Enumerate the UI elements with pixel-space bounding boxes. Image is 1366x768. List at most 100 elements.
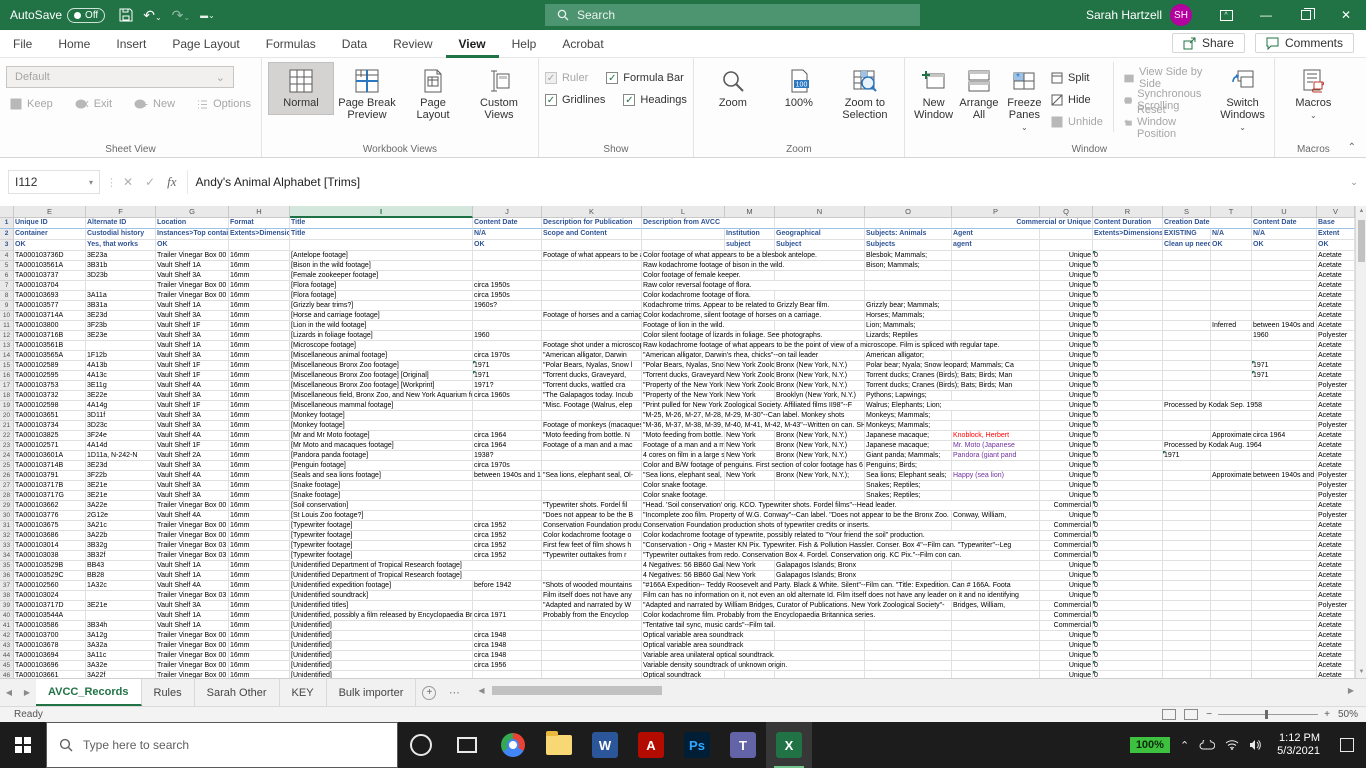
cell[interactable]: 0 (1093, 271, 1163, 281)
cell[interactable] (1211, 331, 1252, 341)
cell[interactable] (473, 421, 542, 431)
cell[interactable]: BB43 (86, 561, 156, 571)
cell[interactable] (1163, 461, 1211, 471)
cell[interactable]: Commercial (1040, 551, 1093, 561)
cell[interactable]: Sea lions; Elephant seals; (865, 471, 952, 481)
cell[interactable]: 0 (1093, 611, 1163, 621)
cell[interactable]: 0 (1093, 641, 1163, 651)
cell[interactable]: 3E21e (86, 481, 156, 491)
cell[interactable]: TA000103586 (14, 621, 86, 631)
cell[interactable]: Footage of monkeys (macaques) (542, 421, 642, 431)
zoom-100-button[interactable]: 100 100% (766, 62, 832, 115)
taskbar-clock[interactable]: 1:12 PM 5/3/2021 (1277, 732, 1320, 758)
cell[interactable] (1211, 391, 1252, 401)
cell[interactable] (1252, 381, 1317, 391)
cell[interactable]: Unique (1040, 251, 1093, 261)
cell[interactable]: "American alligator, Darwin's rhea, chic… (642, 351, 865, 361)
cell[interactable] (952, 391, 1040, 401)
cell[interactable]: 16mm (229, 511, 290, 521)
cell[interactable]: Walrus; Elephants; Lion; (865, 401, 1040, 411)
cell[interactable]: Agent (952, 229, 1040, 240)
cell[interactable]: circa 1964 (473, 431, 542, 441)
cell[interactable]: 4 Negatives: 56 BB60 Galap- (642, 561, 725, 571)
scroll-down-icon[interactable]: ▼ (1356, 667, 1366, 678)
cell[interactable]: [Microscope footage] (290, 341, 473, 351)
cell[interactable] (952, 411, 1040, 421)
cell[interactable]: Unique ID (14, 218, 86, 229)
cell[interactable]: Unique (1040, 401, 1093, 411)
minimize-button[interactable]: — (1246, 0, 1286, 30)
cell[interactable]: Giant panda; Mammals; (865, 451, 952, 461)
cell[interactable] (775, 671, 865, 678)
cell[interactable] (865, 281, 952, 291)
cell[interactable] (1163, 581, 1211, 591)
comments-button[interactable]: Comments (1255, 33, 1354, 53)
cell[interactable]: [Lion in the wild footage] (290, 321, 473, 331)
cell[interactable]: Vault Shelf 1A (156, 301, 229, 311)
cell[interactable]: 16mm (229, 601, 290, 611)
cell[interactable]: Vault Shelf 4A (156, 581, 229, 591)
cell[interactable]: TA000103737 (14, 271, 86, 281)
row-number[interactable]: 13 (0, 341, 14, 351)
cell[interactable]: Color kodachrome footage of typewrite, p… (642, 531, 1040, 541)
cell[interactable]: Unique (1040, 411, 1093, 421)
cell[interactable]: Acetate (1317, 431, 1355, 441)
cell[interactable]: Acetate (1317, 611, 1355, 621)
cell[interactable]: Base (1317, 218, 1355, 229)
cell[interactable]: 16mm (229, 621, 290, 631)
start-button[interactable] (0, 722, 46, 768)
cell[interactable]: N/A (1252, 229, 1317, 240)
cell[interactable]: Subjects (865, 240, 952, 251)
cell[interactable]: TA000103753 (14, 381, 86, 391)
cell[interactable] (542, 661, 642, 671)
cell[interactable] (952, 521, 1040, 531)
cell[interactable] (1163, 281, 1211, 291)
cell[interactable]: 16mm (229, 531, 290, 541)
cell[interactable]: circa 1950s (473, 281, 542, 291)
cell[interactable]: [Mr Moto and macaques footage] (290, 441, 473, 451)
cell[interactable]: Vault Shelf 1F (156, 361, 229, 371)
cell[interactable]: Unique (1040, 571, 1093, 581)
horizontal-scrollbar[interactable]: ◀ ▶ (474, 685, 1358, 696)
cell[interactable] (1252, 621, 1317, 631)
tab-overflow-icon[interactable]: ⋯ (442, 679, 466, 706)
new-sheet-view-button[interactable]: New (130, 94, 179, 114)
row-number[interactable]: 12 (0, 331, 14, 341)
cell[interactable]: 16mm (229, 461, 290, 471)
cell[interactable] (542, 240, 642, 251)
cell[interactable]: 16mm (229, 611, 290, 621)
enter-icon[interactable]: ✓ (145, 175, 155, 189)
cell[interactable]: Description from AVCC (642, 218, 775, 229)
cell[interactable]: 0 (1093, 411, 1163, 421)
cell[interactable]: Acetate (1317, 621, 1355, 631)
task-view-icon[interactable] (444, 722, 490, 768)
collapse-ribbon-icon[interactable]: ⌃ (1348, 142, 1356, 153)
cell[interactable]: Unique (1040, 261, 1093, 271)
cell[interactable]: TA000103561A (14, 261, 86, 271)
cell[interactable]: Content Date (1252, 218, 1317, 229)
horizontal-scroll-thumb[interactable] (492, 686, 662, 695)
cell[interactable] (775, 481, 865, 491)
cell[interactable]: Container (14, 229, 86, 240)
cell[interactable]: TA000103693 (14, 291, 86, 301)
cell[interactable]: 3E22e (86, 391, 156, 401)
cell[interactable]: [Flora footage] (290, 281, 473, 291)
cell[interactable]: [Miscellaneous Bronx Zoo footage] [Workp… (290, 381, 473, 391)
cell[interactable]: "Polar Bears, Nyalas, Snow l (642, 361, 725, 371)
cell[interactable]: Vault Shelf 4A (156, 471, 229, 481)
cell[interactable] (1252, 531, 1317, 541)
cell[interactable]: circa 1948 (473, 651, 542, 661)
cell[interactable]: between 1940s and 1950s (1252, 471, 1317, 481)
cell[interactable]: Creation Date (1163, 218, 1252, 229)
cell[interactable]: Vault Shelf 1F (156, 371, 229, 381)
cell[interactable]: TA000103024 (14, 591, 86, 601)
cell[interactable]: TA000103529B (14, 561, 86, 571)
cell[interactable] (473, 341, 542, 351)
cell[interactable] (542, 651, 642, 661)
cell[interactable]: TA000103714B (14, 461, 86, 471)
cell[interactable] (952, 631, 1040, 641)
cell[interactable]: Vault Shelf 1A (156, 561, 229, 571)
cell[interactable]: Bison; Mammals; (865, 261, 952, 271)
cell[interactable]: Trailer Vinegar Box 00 (156, 521, 229, 531)
cell[interactable] (1211, 291, 1252, 301)
